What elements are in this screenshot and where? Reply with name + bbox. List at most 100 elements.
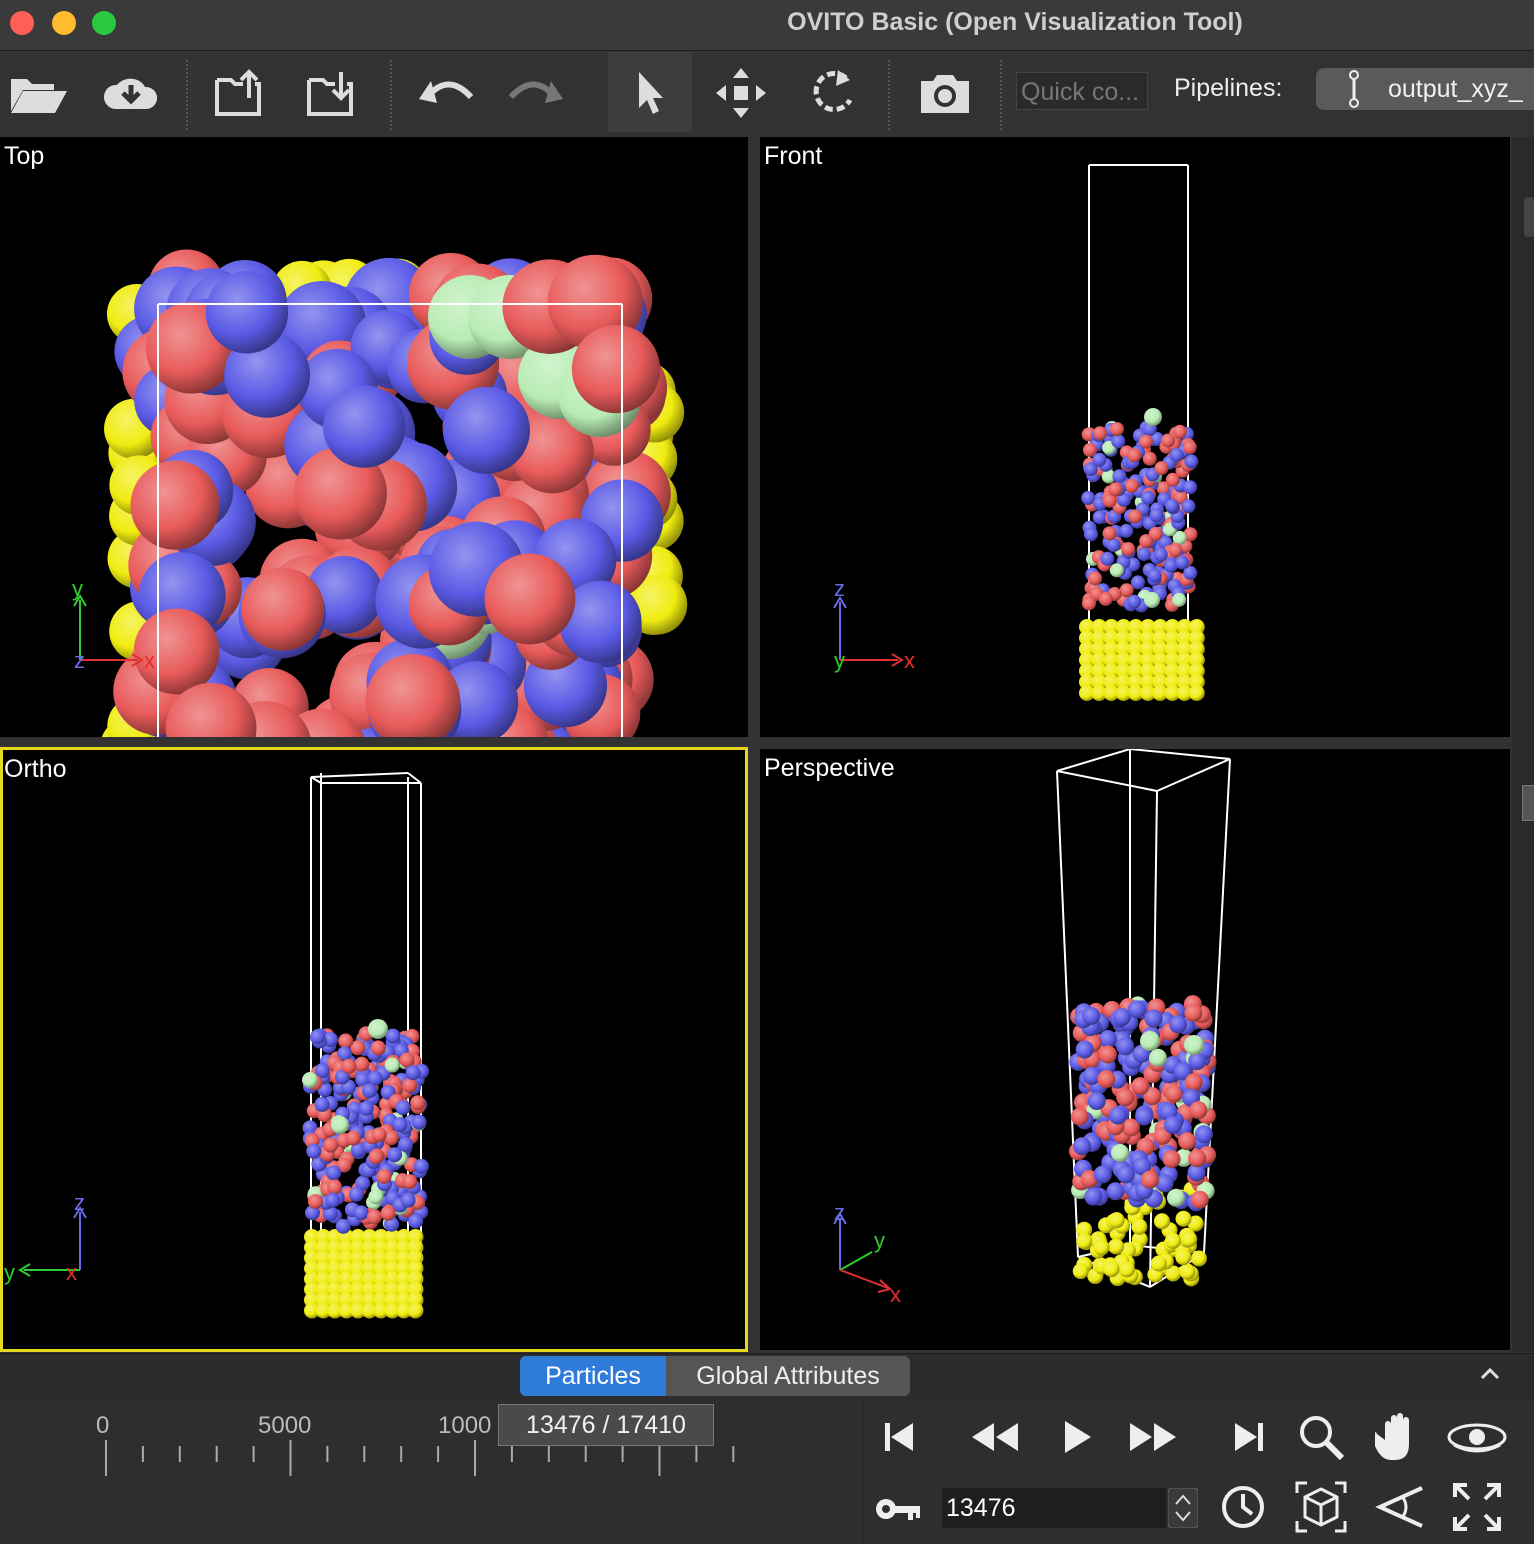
atom — [1169, 447, 1184, 462]
undo-button[interactable] — [408, 60, 482, 126]
maximize-viewport-button[interactable] — [1442, 1476, 1512, 1538]
atom — [1093, 1239, 1110, 1256]
pan-mode-button[interactable] — [704, 60, 778, 126]
atom — [1183, 480, 1198, 495]
command-panel-edge[interactable] — [1512, 137, 1534, 1352]
maximize-icon — [1453, 1483, 1501, 1531]
viewport-title-perspective[interactable]: Perspective — [764, 754, 895, 783]
atom — [371, 1127, 387, 1143]
time-slider-thumb[interactable]: 13476 / 17410 — [498, 1404, 714, 1446]
toolbar-separator — [888, 60, 890, 130]
atom — [1178, 1132, 1197, 1151]
expand-inspector-button[interactable] — [1478, 1362, 1502, 1386]
atom — [348, 1186, 364, 1202]
atom — [1072, 1263, 1089, 1280]
load-remote-button[interactable] — [94, 60, 168, 126]
previous-frame-button[interactable] — [960, 1406, 1030, 1468]
simulation-cell-edge — [310, 776, 322, 784]
time-settings-button[interactable] — [1208, 1476, 1278, 1538]
quick-command-input[interactable]: Quick co... — [1016, 72, 1148, 110]
timeline-ticks — [105, 1440, 735, 1476]
atom — [1175, 555, 1190, 570]
render-button[interactable] — [908, 60, 982, 126]
viewport-title-ortho[interactable]: Ortho — [4, 755, 67, 784]
selection-mode-arrow[interactable] — [612, 60, 686, 126]
atom — [1188, 1052, 1207, 1071]
atom — [1149, 508, 1164, 523]
viewport-ortho[interactable]: Ortho — [0, 747, 748, 1352]
simulation-cell-edge — [310, 772, 409, 778]
atom — [1165, 498, 1180, 513]
pipeline-selector[interactable]: output_xyz_ — [1316, 68, 1534, 110]
pipelines-label: Pipelines: — [1174, 74, 1283, 102]
goto-start-button[interactable] — [864, 1406, 934, 1468]
atom — [1179, 1263, 1196, 1280]
viewport-title-top[interactable]: Top — [4, 142, 44, 171]
atom — [400, 1192, 416, 1208]
axis-label-x: x — [144, 648, 155, 673]
atom — [325, 1192, 341, 1208]
toolbar-separator — [186, 60, 188, 130]
splitter-handle[interactable] — [1522, 785, 1534, 821]
axis-label-z: z — [74, 1190, 85, 1215]
atom — [361, 1083, 377, 1099]
atom — [1153, 1213, 1170, 1230]
atom — [410, 1095, 426, 1111]
redo-button[interactable] — [500, 60, 574, 126]
atom — [397, 1136, 413, 1152]
atom — [323, 1137, 339, 1153]
atom — [376, 1168, 392, 1184]
goto-end-button[interactable] — [1214, 1406, 1284, 1468]
pan-button[interactable] — [1364, 1406, 1434, 1468]
atom — [1097, 1070, 1116, 1089]
zoom-all-button[interactable] — [1286, 1476, 1356, 1538]
atom — [1135, 1107, 1154, 1126]
atom — [345, 1130, 361, 1146]
atom — [331, 1116, 349, 1134]
atom — [1131, 1218, 1148, 1235]
tab-particles[interactable]: Particles — [520, 1356, 666, 1396]
orbit-mode-button[interactable] — [796, 60, 870, 126]
atom — [314, 1096, 330, 1112]
pointer-icon — [639, 72, 663, 114]
atom — [1163, 1116, 1182, 1135]
timeline-tick-label: 1000 — [438, 1412, 492, 1439]
atom — [1190, 1190, 1209, 1209]
atom — [384, 1057, 400, 1073]
timeline-tick-label: 0 — [96, 1412, 110, 1439]
fov-button[interactable] — [1364, 1476, 1434, 1538]
atom — [368, 1189, 384, 1205]
atom — [1147, 568, 1162, 583]
zoom-button[interactable] — [1286, 1406, 1356, 1468]
simulation-cell-edge — [1129, 749, 1231, 760]
atom — [1188, 1149, 1207, 1168]
tab-global-attributes[interactable]: Global Attributes — [666, 1356, 910, 1396]
current-frame-input[interactable]: 13476 — [942, 1488, 1166, 1528]
export-file-button[interactable] — [204, 60, 278, 126]
splitter-handle[interactable] — [1524, 197, 1534, 237]
import-file-button[interactable] — [296, 60, 370, 126]
animation-settings-button[interactable] — [864, 1478, 934, 1540]
atom — [1169, 1015, 1188, 1034]
atom — [1093, 426, 1108, 441]
atom — [402, 1077, 418, 1093]
open-file-button[interactable] — [2, 60, 76, 126]
atom — [1175, 1249, 1192, 1266]
redo-icon — [508, 81, 563, 103]
atom — [1194, 1125, 1213, 1144]
play-button[interactable] — [1042, 1406, 1112, 1468]
orbit-button[interactable] — [1442, 1406, 1512, 1468]
folder-open-icon — [11, 79, 67, 113]
export-icon — [215, 69, 261, 116]
atom — [130, 460, 220, 550]
next-frame-button[interactable] — [1118, 1406, 1188, 1468]
atom — [1150, 1255, 1167, 1272]
viewport-title-front[interactable]: Front — [764, 142, 822, 171]
atom — [341, 1058, 357, 1074]
atom — [1111, 434, 1126, 449]
atom — [1087, 1092, 1106, 1111]
simulation-cell-edge — [1156, 758, 1231, 792]
atom — [323, 385, 406, 468]
frame-spinner[interactable] — [1167, 1487, 1199, 1529]
atom — [405, 1065, 421, 1081]
